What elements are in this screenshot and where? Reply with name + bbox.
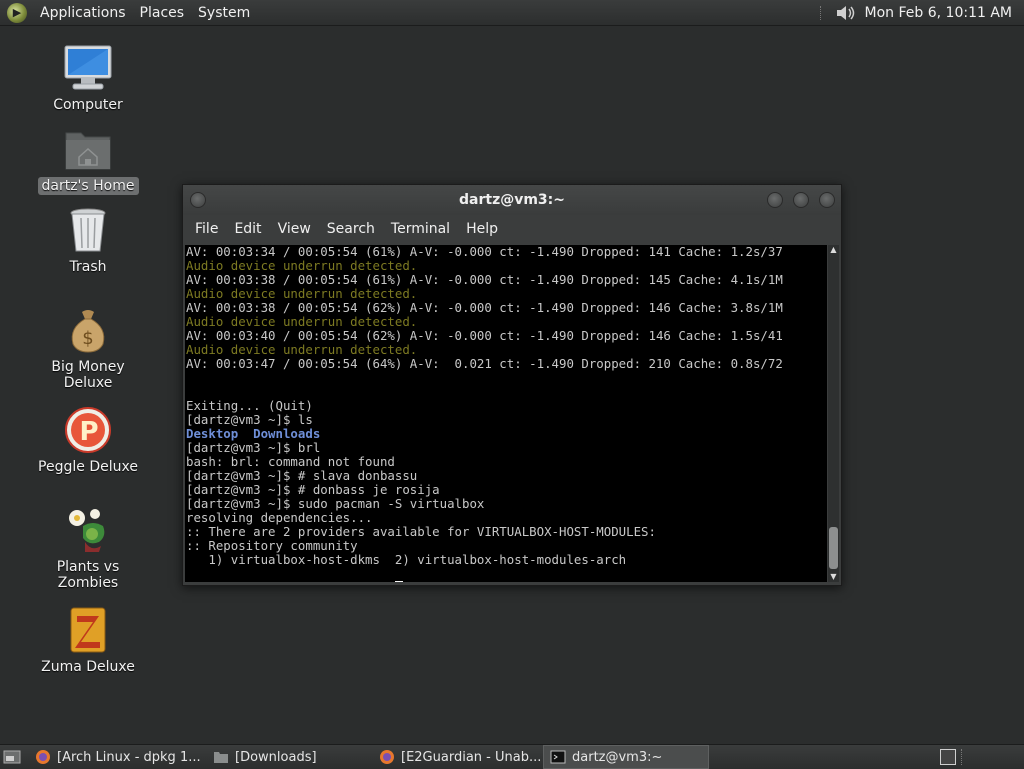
taskbar-item-arch-linux[interactable]: [Arch Linux - dpkg 1.... bbox=[29, 746, 201, 768]
tray-separator bbox=[819, 5, 827, 20]
terminal-line: AV: 00:03:40 / 00:05:54 (62%) A-V: -0.00… bbox=[186, 328, 783, 343]
terminal-line: Audio device underrun detected. bbox=[186, 314, 418, 329]
terminal-line: [dartz@vm3 ~]$ sudo pacman -S virtualbox bbox=[186, 496, 485, 511]
menu-file[interactable]: File bbox=[187, 221, 226, 237]
computer-icon bbox=[64, 45, 112, 90]
terminal-line: [dartz@vm3 ~]$ brl bbox=[186, 440, 321, 455]
plants-icon bbox=[69, 509, 105, 552]
terminal-line: [dartz@vm3 ~]$ # donbass je rosija bbox=[186, 482, 440, 497]
volume-icon[interactable] bbox=[835, 4, 857, 22]
taskbar-item-label: [Downloads] bbox=[235, 749, 317, 765]
desktop-icon-label: Trash bbox=[69, 259, 107, 275]
home-folder-icon bbox=[65, 132, 111, 170]
terminal-line: [dartz@vm3 ~]$ # slava donbassu bbox=[186, 468, 418, 483]
desktop-icon-label: Plants vs Zombies bbox=[56, 559, 120, 591]
menu-applications[interactable]: Applications bbox=[33, 5, 133, 21]
terminal-line: AV: 00:03:47 / 00:05:54 (64%) A-V: 0.021… bbox=[186, 356, 783, 371]
terminal-line: resolving dependencies... bbox=[186, 510, 373, 525]
show-desktop-icon[interactable] bbox=[3, 749, 21, 765]
trash-icon bbox=[70, 208, 106, 252]
menu-places[interactable]: Places bbox=[133, 5, 192, 21]
firefox-icon bbox=[380, 750, 394, 764]
taskbar-item-label: [E2Guardian - Unab... bbox=[401, 749, 542, 765]
terminal-prompt-text: Enter a number (default=1): bbox=[186, 580, 395, 583]
desktop-icon-trash[interactable]: Trash bbox=[28, 206, 148, 276]
terminal-output[interactable]: AV: 00:03:34 / 00:05:54 (61%) A-V: -0.00… bbox=[185, 245, 827, 582]
terminal-line: Audio device underrun detected. bbox=[186, 342, 418, 357]
text-cursor bbox=[394, 581, 403, 582]
menu-terminal[interactable]: Terminal bbox=[383, 221, 458, 237]
desktop-icon-label: dartz's Home bbox=[37, 177, 139, 195]
panel-separator bbox=[961, 749, 964, 765]
minimize-button[interactable] bbox=[767, 192, 783, 208]
terminal-text: AV: 00:03:34 / 00:05:54 (61%) A-V: -0.00… bbox=[185, 245, 827, 582]
desktop-icon-label: Computer bbox=[53, 97, 123, 113]
terminal-line: [dartz@vm3 ~]$ ls bbox=[186, 412, 313, 427]
terminal-window[interactable]: dartz@vm3:~ File Edit View Search Termin… bbox=[182, 184, 842, 586]
menu-help[interactable]: Help bbox=[458, 221, 506, 237]
maximize-button[interactable] bbox=[793, 192, 809, 208]
taskbar-item-label: [Arch Linux - dpkg 1.... bbox=[57, 749, 201, 765]
scroll-down-arrow-icon[interactable]: ▼ bbox=[828, 572, 839, 582]
taskbar-item-terminal[interactable]: dartz@vm3:~ bbox=[543, 745, 709, 769]
window-menu-button[interactable] bbox=[190, 192, 206, 208]
menu-search[interactable]: Search bbox=[319, 221, 383, 237]
scrollbar-thumb[interactable] bbox=[829, 527, 838, 569]
desktop-icon-home[interactable]: dartz's Home bbox=[28, 125, 148, 195]
workspace-switcher[interactable] bbox=[940, 749, 956, 765]
terminal-line: :: There are 2 providers available for V… bbox=[186, 524, 656, 539]
desktop-icon-label: Zuma Deluxe bbox=[41, 659, 135, 675]
terminal-line: Audio device underrun detected. bbox=[186, 286, 418, 301]
terminal-line: AV: 00:03:34 / 00:05:54 (61%) A-V: -0.00… bbox=[186, 245, 783, 259]
svg-text:P: P bbox=[79, 417, 98, 447]
menu-edit[interactable]: Edit bbox=[226, 221, 269, 237]
terminal-prompt-line[interactable]: Enter a number (default=1): bbox=[186, 581, 827, 582]
desktop-icon-zuma[interactable]: Zuma Deluxe bbox=[28, 606, 148, 676]
taskbar-item-e2guardian[interactable]: [E2Guardian - Unab... bbox=[373, 746, 543, 768]
system-tray: Mon Feb 6, 10:11 AM bbox=[819, 0, 1024, 25]
close-button[interactable] bbox=[819, 192, 835, 208]
folder-icon bbox=[214, 752, 228, 763]
terminal-line: :: Repository community bbox=[186, 538, 358, 553]
taskbar-item-label: dartz@vm3:~ bbox=[572, 749, 663, 765]
desktop-icon-peggle[interactable]: P Peggle Deluxe bbox=[28, 406, 148, 476]
terminal-line: bash: brl: command not found bbox=[186, 454, 395, 469]
taskbar-item-downloads[interactable]: [Downloads] bbox=[207, 746, 369, 768]
top-panel: ▶ Applications Places System Mon Feb 6, … bbox=[0, 0, 1024, 26]
terminal-titlebar[interactable]: dartz@vm3:~ bbox=[183, 185, 841, 215]
svg-text:$: $ bbox=[82, 328, 93, 349]
terminal-line: Desktop Downloads bbox=[186, 426, 321, 441]
terminal-line: Exiting... (Quit) bbox=[186, 398, 313, 413]
desktop-icon-label: Peggle Deluxe bbox=[38, 459, 138, 475]
firefox-icon bbox=[36, 750, 50, 764]
desktop-icon-computer[interactable]: Computer bbox=[28, 44, 148, 114]
scroll-up-arrow-icon[interactable]: ▲ bbox=[828, 245, 839, 255]
terminal-line: AV: 00:03:38 / 00:05:54 (61%) A-V: -0.00… bbox=[186, 272, 783, 287]
menu-system[interactable]: System bbox=[191, 5, 257, 21]
peggle-icon: P bbox=[65, 407, 111, 453]
terminal-scrollbar[interactable]: ▲ ▼ bbox=[828, 245, 839, 582]
window-title: dartz@vm3:~ bbox=[459, 192, 565, 208]
bottom-panel: [Arch Linux - dpkg 1.... [Downloads] [E2… bbox=[0, 744, 1024, 769]
main-menu-logo-icon[interactable]: ▶ bbox=[7, 2, 27, 23]
terminal-menubar: File Edit View Search Terminal Help bbox=[183, 215, 841, 243]
terminal-line: AV: 00:03:38 / 00:05:54 (62%) A-V: -0.00… bbox=[186, 300, 783, 315]
desktop-icon-label: Big Money Deluxe bbox=[51, 359, 125, 391]
terminal-line: Audio device underrun detected. bbox=[186, 258, 418, 273]
menu-view[interactable]: View bbox=[270, 221, 319, 237]
desktop-icon-plants-vs-zombies[interactable]: Plants vs Zombies bbox=[28, 506, 148, 592]
desktop-icon-big-money[interactable]: $ Big Money Deluxe bbox=[28, 306, 148, 392]
terminal-line: 1) virtualbox-host-dkms 2) virtualbox-ho… bbox=[186, 552, 627, 567]
zuma-icon bbox=[70, 607, 106, 653]
clock[interactable]: Mon Feb 6, 10:11 AM bbox=[865, 5, 1024, 21]
terminal-icon bbox=[550, 750, 566, 764]
money-bag-icon: $ bbox=[71, 310, 105, 353]
